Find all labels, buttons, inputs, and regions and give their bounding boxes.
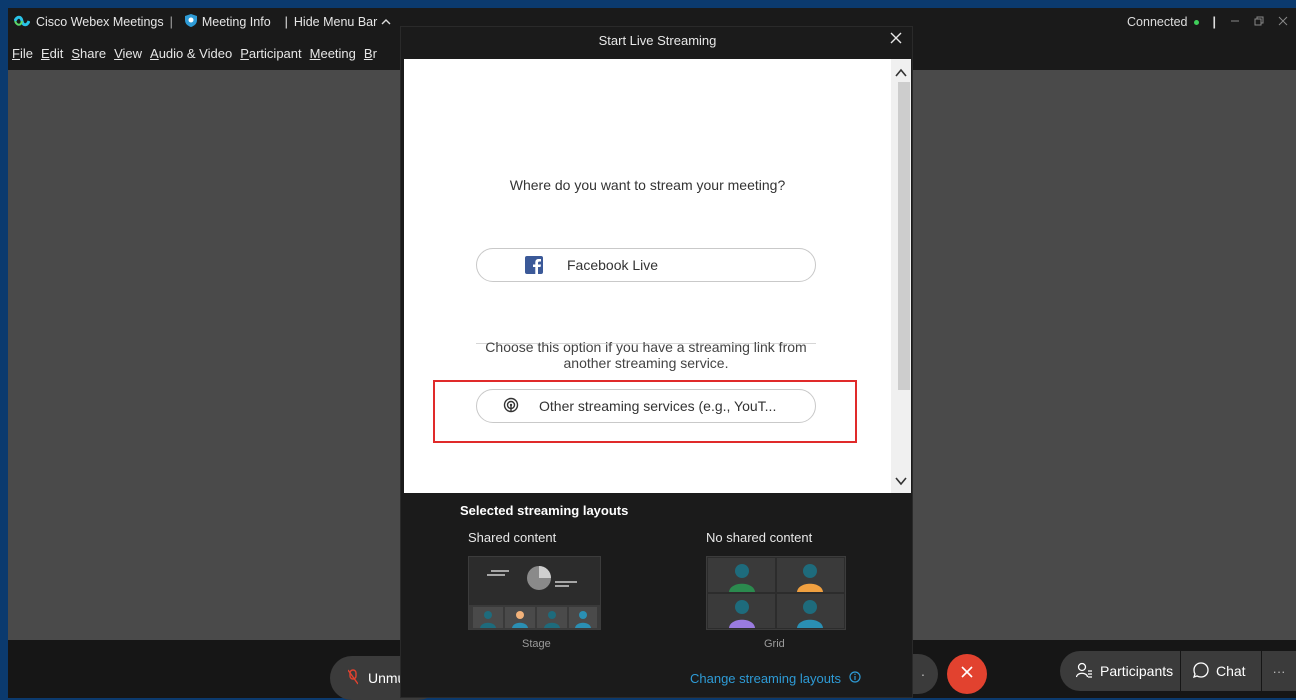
change-streaming-layouts-link[interactable]: Change streaming layouts [690,671,861,686]
menu-item-view[interactable]: View [114,46,142,61]
menu-item-audio-video[interactable]: Audio & Video [150,46,232,61]
menu-item-share[interactable]: Share [71,46,106,61]
connection-status: Connected [1127,15,1199,29]
chat-label: Chat [1216,663,1246,679]
connection-status-label: Connected [1127,15,1188,29]
grid-layout-thumbnail[interactable] [706,556,846,630]
facebook-live-label: Facebook Live [567,257,659,273]
chat-bubble-icon [1192,661,1209,681]
other-service-description: Choose this option if you have a streami… [476,339,816,371]
hide-menu-bar-button[interactable]: Hide Menu Bar [294,15,391,29]
menu-item-breakout[interactable]: Br [364,46,377,61]
connected-dot-icon [1193,19,1199,25]
no-shared-content-label: No shared content [706,530,813,545]
facebook-icon [525,256,543,274]
menu-item-meeting[interactable]: Meeting [310,46,356,61]
muted-mic-icon [347,668,359,688]
change-streaming-layouts-label: Change streaming layouts [690,671,842,686]
participants-label: Participants [1100,663,1174,679]
close-icon [961,665,973,683]
scroll-up-icon[interactable] [895,65,907,83]
minimize-icon[interactable] [1230,15,1240,29]
dialog-close-icon[interactable] [890,31,902,49]
title-separator: | [169,15,173,29]
meeting-info-label: Meeting Info [201,15,271,29]
hide-menu-bar-label: Hide Menu Bar [293,15,378,29]
more-options-button[interactable]: ··· [1262,651,1296,691]
ellipsis-icon: · [920,666,926,682]
shield-icon [184,14,197,30]
description-line-1: Choose this option if you have a streami… [485,339,807,355]
participants-icon [1075,662,1092,681]
title-separator: | [284,15,288,29]
stage-layout-thumbnail[interactable] [468,556,601,630]
description-line-2: another streaming service. [563,355,729,371]
app-title: Cisco Webex Meetings [36,15,164,29]
meeting-info-button[interactable]: Meeting Info [184,14,271,30]
close-window-icon[interactable] [1278,15,1288,29]
menu-item-file[interactable]: File [12,46,33,61]
chat-button[interactable]: Chat [1181,651,1261,691]
more-options-icon: ··· [1272,663,1286,679]
menu-item-edit[interactable]: Edit [41,46,63,61]
info-icon [849,671,861,686]
menu-item-participant[interactable]: Participant [240,46,301,61]
scroll-down-icon[interactable] [895,473,907,491]
stage-caption: Stage [522,638,551,650]
shared-content-label: Shared content [468,530,557,545]
participants-button[interactable]: Participants [1060,651,1180,691]
webex-logo-icon [13,15,31,30]
grid-caption: Grid [764,638,785,650]
facebook-live-button[interactable]: Facebook Live [476,248,816,282]
chevron-up-icon [381,15,391,29]
dialog-title: Start Live Streaming [598,33,717,48]
end-meeting-button[interactable] [947,654,987,694]
layouts-title: Selected streaming layouts [460,503,629,518]
stream-question: Where do you want to stream your meeting… [509,177,786,193]
restore-icon[interactable] [1254,15,1264,29]
highlight-box [433,380,857,443]
scrollbar-thumb[interactable] [898,82,910,390]
title-separator: | [1212,15,1217,29]
